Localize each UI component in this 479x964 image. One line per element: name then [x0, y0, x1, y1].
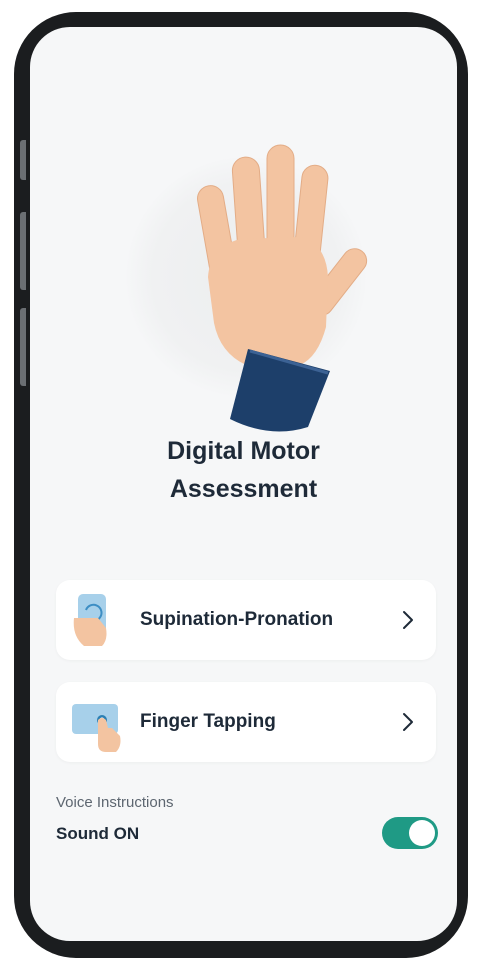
voice-instructions-label: Voice Instructions	[56, 794, 174, 811]
raised-hand-icon	[197, 144, 368, 432]
page-title-line2: Assessment	[169, 475, 318, 503]
side-button-volume-down	[20, 308, 26, 386]
phone-rotate-icon	[73, 594, 107, 646]
side-button-volume-up	[20, 212, 26, 290]
page-title-line1: Digital Motor	[167, 437, 320, 465]
app-screen: Digital Motor Assessment Supination-Pron…	[30, 27, 457, 941]
chevron-right-icon	[403, 611, 413, 629]
sound-toggle-knob	[409, 820, 435, 846]
chevron-right-icon	[403, 713, 413, 731]
option-label-supination-pronation: Supination-Pronation	[140, 609, 334, 630]
sound-status-label: Sound ON	[56, 824, 140, 843]
side-button-mute	[20, 140, 26, 180]
page-title: Digital Motor Assessment	[30, 432, 457, 508]
finger-tap-icon	[72, 704, 121, 752]
option-card-finger-tapping[interactable]: Finger Tapping	[56, 682, 436, 762]
option-card-supination-pronation[interactable]: Supination-Pronation	[56, 580, 436, 660]
sound-toggle[interactable]	[382, 817, 438, 849]
option-label-finger-tapping: Finger Tapping	[140, 711, 276, 732]
